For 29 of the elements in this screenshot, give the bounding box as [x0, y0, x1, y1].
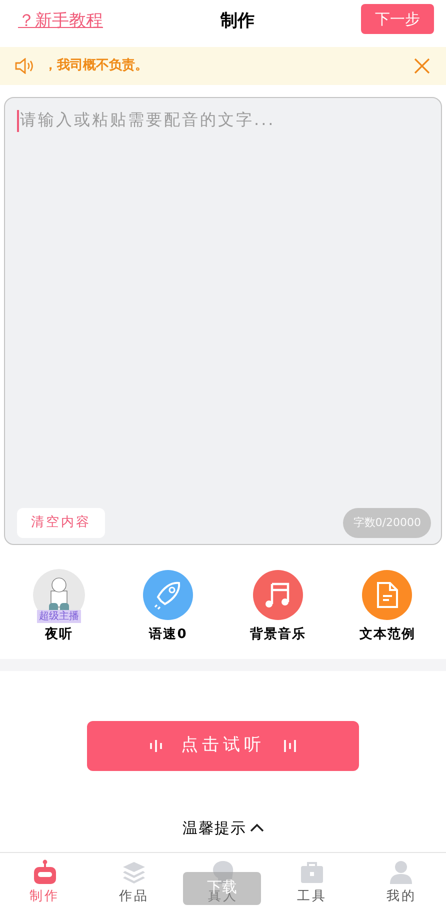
document-icon [362, 570, 412, 620]
dubbing-text-field[interactable]: 请输入或粘贴需要配音的文字... [19, 108, 429, 508]
tool-item[interactable]: 文本范例 [337, 569, 438, 644]
badge: 超级主播 [36, 610, 81, 623]
tips-toggle[interactable]: 温馨提示 [182, 816, 264, 839]
waveform-icon [149, 738, 163, 752]
tool-label: 背景音乐 [250, 626, 306, 644]
tab[interactable]: 我的 [356, 853, 446, 912]
tool-item[interactable]: 背景音乐 [228, 569, 328, 644]
tool-label: 文本范例 [359, 626, 416, 644]
robot-icon [32, 859, 58, 885]
notice-text: ，我司概不负责。 [44, 56, 149, 76]
tool-label: 语速0 [149, 626, 188, 644]
tab[interactable]: 工具 [268, 853, 357, 912]
chevron-icon [250, 822, 264, 833]
music-note-icon [252, 570, 303, 620]
layers-icon [120, 859, 147, 885]
page-title: 制作 [220, 10, 254, 34]
rocket-icon [143, 570, 194, 620]
close-icon[interactable] [414, 58, 430, 74]
tool-item[interactable]: 语速0 [118, 569, 218, 644]
tool-label: 夜听 [44, 626, 73, 644]
speaker-icon [14, 58, 34, 74]
text-cursor [17, 110, 19, 132]
tab[interactable]: 作品 [89, 853, 178, 912]
waveform-icon [283, 738, 297, 752]
tool-item[interactable]: 超级主播 夜听 [8, 569, 109, 644]
toolbox-icon [299, 859, 326, 885]
person-icon [388, 859, 414, 885]
